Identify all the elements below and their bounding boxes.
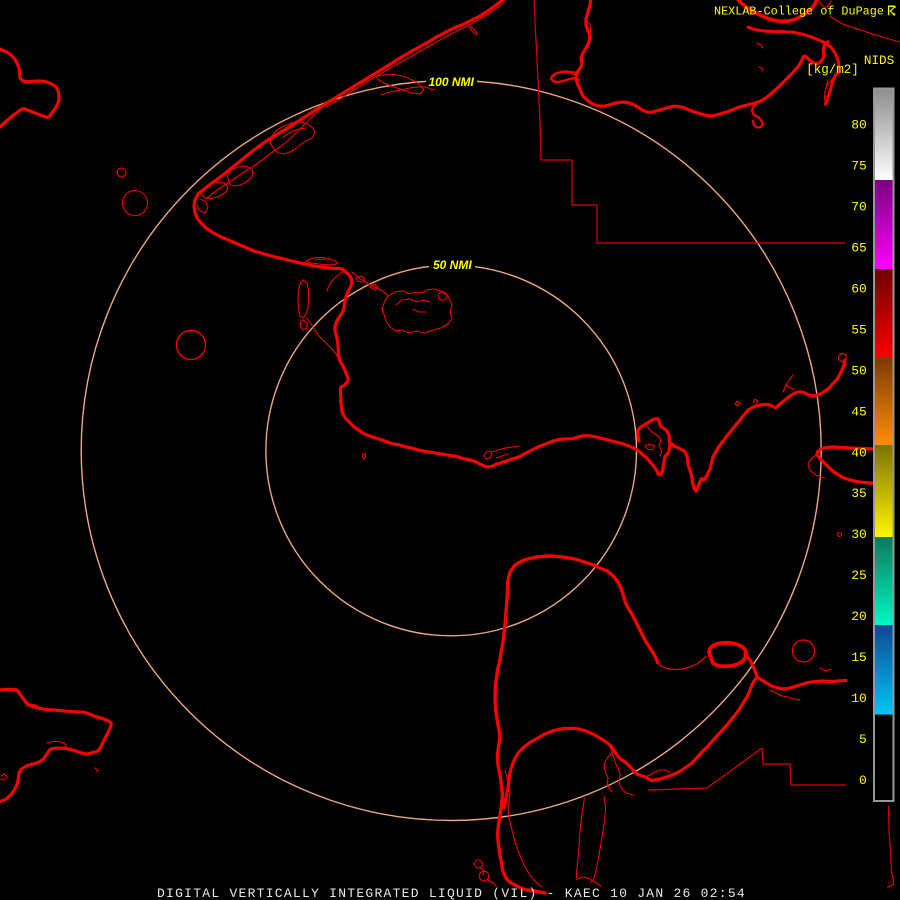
svg-text:NIDS: NIDS <box>864 53 894 68</box>
svg-text:0: 0 <box>859 773 867 788</box>
svg-text:40: 40 <box>851 445 867 460</box>
svg-text:60: 60 <box>851 282 867 297</box>
svg-text:DIGITAL VERTICALLY INTEGRATED: DIGITAL VERTICALLY INTEGRATED LIQUID (VI… <box>157 886 746 900</box>
svg-text:15: 15 <box>851 650 867 665</box>
svg-text:[kg/m2]: [kg/m2] <box>806 63 859 77</box>
svg-text:50 NMI: 50 NMI <box>433 258 472 272</box>
svg-text:100 NMI: 100 NMI <box>429 75 475 89</box>
svg-text:50: 50 <box>851 363 867 378</box>
svg-text:75: 75 <box>851 159 867 174</box>
svg-text:70: 70 <box>851 200 867 215</box>
svg-text:5: 5 <box>859 732 867 747</box>
svg-text:10: 10 <box>851 691 867 706</box>
svg-text:55: 55 <box>851 322 867 337</box>
svg-text:25: 25 <box>851 568 867 583</box>
svg-text:NEXLAB-College of DuPage: NEXLAB-College of DuPage <box>714 5 884 19</box>
svg-text:45: 45 <box>851 404 867 419</box>
svg-text:35: 35 <box>851 486 867 501</box>
svg-text:65: 65 <box>851 241 867 256</box>
svg-text:30: 30 <box>851 527 867 542</box>
svg-text:20: 20 <box>851 609 867 624</box>
svg-text:80: 80 <box>851 118 867 133</box>
